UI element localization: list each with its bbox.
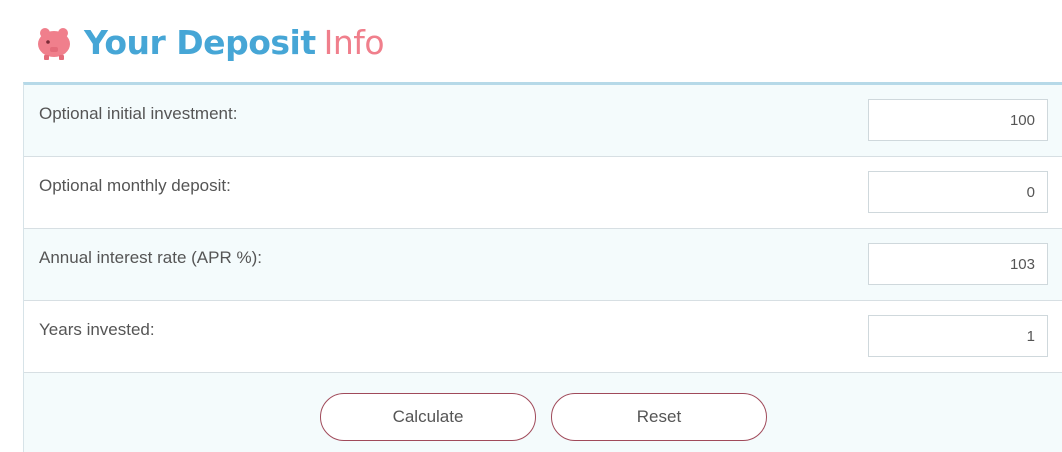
interest-rate-input[interactable]	[868, 243, 1048, 285]
reset-button[interactable]: Reset	[551, 393, 767, 441]
page-title: Your Deposit Info	[84, 22, 385, 62]
deposit-form-panel: Optional initial investment: Optional mo…	[23, 82, 1062, 452]
initial-investment-input[interactable]	[868, 99, 1048, 141]
calculate-button[interactable]: Calculate	[320, 393, 536, 441]
years-invested-input[interactable]	[868, 315, 1048, 357]
deposit-info-page: Your Deposit Info Optional initial invest…	[0, 0, 1062, 452]
title-main: Your Deposit	[84, 22, 316, 62]
years-invested-label: Years invested:	[39, 320, 155, 339]
years-invested-row: Years invested:	[24, 301, 1062, 373]
monthly-deposit-row: Optional monthly deposit:	[24, 157, 1062, 229]
initial-investment-row: Optional initial investment:	[24, 85, 1062, 157]
form-actions: Calculate Reset	[24, 373, 1062, 452]
interest-rate-row: Annual interest rate (APR %):	[24, 229, 1062, 301]
monthly-deposit-label: Optional monthly deposit:	[39, 176, 231, 195]
interest-rate-label: Annual interest rate (APR %):	[39, 248, 262, 267]
title-accent: Info	[323, 22, 385, 62]
section-header: Your Deposit Info	[34, 14, 385, 70]
piggy-bank-icon	[34, 22, 74, 62]
monthly-deposit-input[interactable]	[868, 171, 1048, 213]
initial-investment-label: Optional initial investment:	[39, 104, 238, 123]
